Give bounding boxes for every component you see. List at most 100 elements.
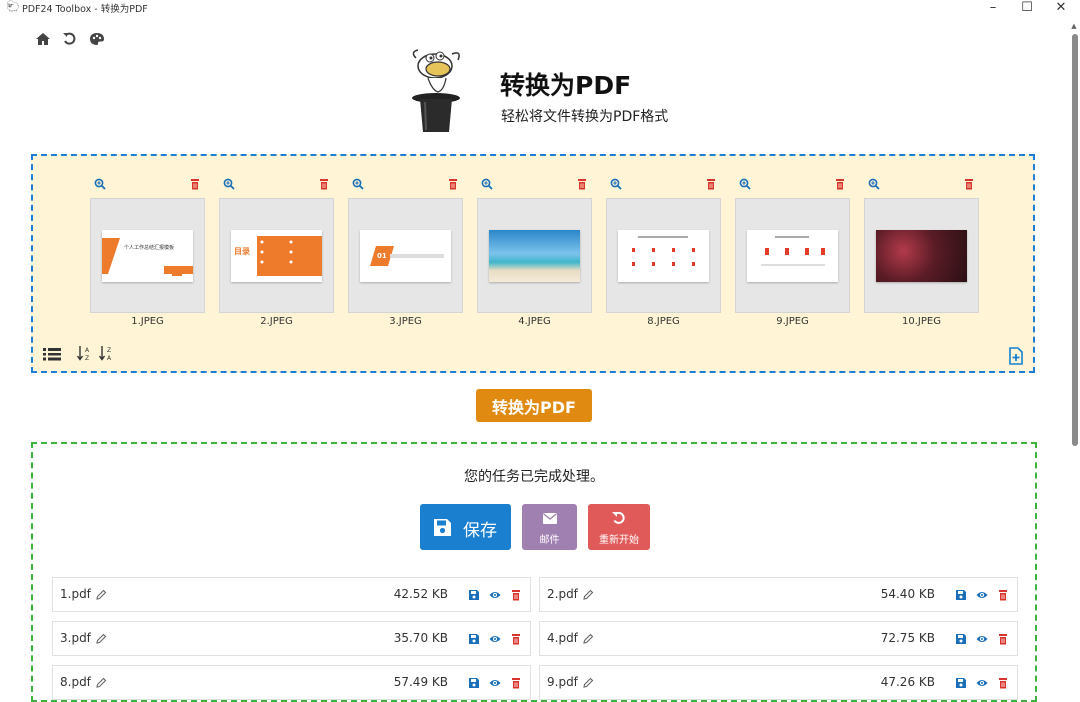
- file-tile[interactable]: 个人工作总结汇报模板 1.JPEG: [90, 178, 205, 338]
- zoom-icon[interactable]: [481, 178, 493, 190]
- sort-asc-icon[interactable]: AZ: [77, 345, 93, 362]
- svg-text:A: A: [85, 347, 90, 354]
- result-panel: 您的任务已完成处理。 保存 邮件 重新开始 1.pdf 42.52 KB 2.p…: [31, 442, 1037, 702]
- file-name: 3.JPEG: [389, 316, 422, 327]
- file-tile[interactable]: 01 3.JPEG: [348, 178, 463, 338]
- save-label: 保存: [463, 521, 497, 541]
- close-button[interactable]: ✕: [1046, 0, 1076, 16]
- app-logo-icon: 🐑: [6, 0, 20, 13]
- trash-icon[interactable]: [576, 178, 588, 190]
- file-name: 1.JPEG: [131, 316, 164, 327]
- output-file-size: 57.49 KB: [393, 675, 448, 689]
- trash-icon[interactable]: [834, 178, 846, 190]
- file-tile[interactable]: 8.JPEG: [606, 178, 721, 338]
- save-icon[interactable]: [468, 677, 480, 689]
- output-file-row: 2.pdf 54.40 KB: [539, 577, 1018, 612]
- output-file-size: 47.26 KB: [880, 675, 935, 689]
- trash-icon[interactable]: [510, 633, 522, 645]
- pdf24-mascot-logo: [412, 49, 460, 132]
- palette-icon[interactable]: [88, 30, 106, 48]
- save-icon[interactable]: [468, 589, 480, 601]
- thumb-text: 个人工作总结汇报模板: [124, 245, 175, 251]
- output-file-row: 8.pdf 57.49 KB: [52, 665, 531, 700]
- thumb-text: 01: [377, 252, 387, 260]
- eye-icon[interactable]: [976, 589, 988, 601]
- output-file-row: 4.pdf 72.75 KB: [539, 621, 1018, 656]
- undo-icon[interactable]: [61, 30, 79, 48]
- trash-icon[interactable]: [997, 633, 1009, 645]
- trash-icon[interactable]: [510, 677, 522, 689]
- convert-to-pdf-button[interactable]: 转换为PDF: [476, 389, 592, 422]
- add-file-icon[interactable]: [1007, 347, 1025, 365]
- eye-icon[interactable]: [489, 589, 501, 601]
- pencil-icon[interactable]: [582, 589, 594, 601]
- output-file-row: 9.pdf 47.26 KB: [539, 665, 1018, 700]
- thumbnail-image: 个人工作总结汇报模板: [102, 230, 193, 282]
- zoom-icon[interactable]: [94, 178, 106, 190]
- output-file-row: 1.pdf 42.52 KB: [52, 577, 531, 612]
- file-tile[interactable]: 目录 2.JPEG: [219, 178, 334, 338]
- restart-icon: [612, 511, 625, 524]
- sort-desc-icon[interactable]: ZA: [99, 345, 115, 362]
- file-name: 2.JPEG: [260, 316, 293, 327]
- file-name: 9.JPEG: [776, 316, 809, 327]
- zoom-icon[interactable]: [868, 178, 880, 190]
- trash-icon[interactable]: [997, 589, 1009, 601]
- maximize-button[interactable]: ☐: [1012, 0, 1042, 16]
- eye-icon[interactable]: [489, 633, 501, 645]
- zoom-icon[interactable]: [352, 178, 364, 190]
- scroll-up-arrow[interactable]: ▲: [1070, 22, 1078, 30]
- trash-icon[interactable]: [510, 589, 522, 601]
- output-file-size: 42.52 KB: [393, 587, 448, 601]
- file-name: 4.JPEG: [518, 316, 551, 327]
- mail-label: 邮件: [539, 535, 560, 546]
- thumbnail: 01: [348, 198, 463, 313]
- output-file-name: 2.pdf: [547, 587, 578, 601]
- save-icon[interactable]: [955, 677, 967, 689]
- mail-button[interactable]: 邮件: [522, 504, 577, 550]
- zoom-icon[interactable]: [610, 178, 622, 190]
- pencil-icon[interactable]: [582, 677, 594, 689]
- trash-icon[interactable]: [963, 178, 975, 190]
- output-file-size: 35.70 KB: [393, 631, 448, 645]
- file-tile[interactable]: 9.JPEG: [735, 178, 850, 338]
- pencil-icon[interactable]: [95, 633, 107, 645]
- trash-icon[interactable]: [997, 677, 1009, 689]
- output-file-row: 3.pdf 35.70 KB: [52, 621, 531, 656]
- restart-button[interactable]: 重新开始: [588, 504, 650, 550]
- eye-icon[interactable]: [976, 633, 988, 645]
- zoom-icon[interactable]: [739, 178, 751, 190]
- thumb-text: 目录: [234, 247, 250, 256]
- thumbnail: [606, 198, 721, 313]
- file-tile[interactable]: 10.JPEG: [864, 178, 979, 338]
- file-tile[interactable]: 4.JPEG: [477, 178, 592, 338]
- save-icon[interactable]: [955, 589, 967, 601]
- thumbnail: [477, 198, 592, 313]
- title-bar: 🐑 PDF24 Toolbox - 转换为PDF – ☐ ✕: [0, 0, 1080, 16]
- output-file-name: 3.pdf: [60, 631, 91, 645]
- trash-icon[interactable]: [705, 178, 717, 190]
- pencil-icon[interactable]: [95, 677, 107, 689]
- thumbnail-image: [876, 230, 967, 282]
- pencil-icon[interactable]: [95, 589, 107, 601]
- home-icon[interactable]: [34, 30, 52, 48]
- trash-icon[interactable]: [189, 178, 201, 190]
- output-file-name: 4.pdf: [547, 631, 578, 645]
- list-icon[interactable]: [43, 347, 61, 361]
- file-name: 8.JPEG: [647, 316, 680, 327]
- output-file-name: 8.pdf: [60, 675, 91, 689]
- zoom-icon[interactable]: [223, 178, 235, 190]
- save-icon[interactable]: [468, 633, 480, 645]
- save-button[interactable]: 保存: [420, 504, 511, 550]
- save-icon[interactable]: [955, 633, 967, 645]
- scrollbar-thumb[interactable]: [1072, 34, 1078, 446]
- pencil-icon[interactable]: [582, 633, 594, 645]
- eye-icon[interactable]: [489, 677, 501, 689]
- trash-icon[interactable]: [318, 178, 330, 190]
- trash-icon[interactable]: [447, 178, 459, 190]
- minimize-button[interactable]: –: [978, 0, 1008, 16]
- file-dropzone[interactable]: 个人工作总结汇报模板 1.JPEG 目录 2.JPEG 01 3.JPEG 4.…: [31, 154, 1035, 373]
- thumbnail: 个人工作总结汇报模板: [90, 198, 205, 313]
- eye-icon[interactable]: [976, 677, 988, 689]
- thumbnail-image: 01: [360, 230, 451, 282]
